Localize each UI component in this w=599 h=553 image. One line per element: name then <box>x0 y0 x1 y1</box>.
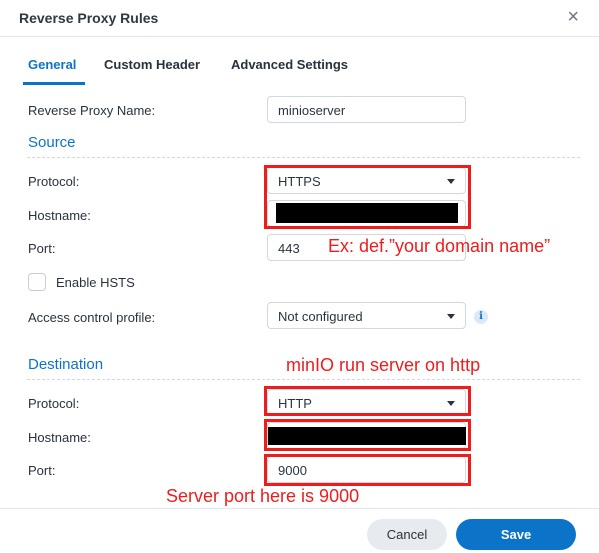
annotation-box-destination-hostname <box>264 419 471 451</box>
dialog-titlebar: Reverse Proxy Rules × <box>0 0 599 37</box>
tab-general[interactable]: General <box>28 57 76 72</box>
cancel-button[interactable]: Cancel <box>367 519 447 550</box>
save-button[interactable]: Save <box>456 519 576 550</box>
destination-protocol-label: Protocol: <box>28 396 80 411</box>
enable-hsts-label: Enable HSTS <box>56 275 135 290</box>
source-section-title: Source <box>28 134 76 151</box>
annotation-minio-note: minIO run server on http <box>286 355 481 375</box>
annotation-box-destination-port <box>264 454 471 486</box>
destination-port-label: Port: <box>28 463 56 478</box>
tab-custom-header[interactable]: Custom Header <box>104 57 200 72</box>
info-icon[interactable]: i <box>474 310 488 324</box>
annotation-port-note: Server port here is 9000 <box>166 486 360 506</box>
access-control-profile-select[interactable]: Not configured <box>267 302 466 329</box>
reverse-proxy-name-input[interactable]: minioserver <box>267 96 466 123</box>
annotation-domain-hint: Ex: def.”your domain name” <box>328 236 551 256</box>
enable-hsts-checkbox[interactable] <box>28 273 46 291</box>
destination-hostname-label: Hostname: <box>28 430 91 445</box>
close-icon[interactable]: × <box>567 6 579 28</box>
chevron-down-icon <box>447 314 455 319</box>
reverse-proxy-name-label: Reverse Proxy Name: <box>28 103 156 118</box>
active-tab-indicator <box>23 82 85 85</box>
destination-section-title: Destination <box>28 356 104 373</box>
access-control-profile-value: Not configured <box>278 309 363 324</box>
source-divider <box>27 157 580 158</box>
dialog-title: Reverse Proxy Rules <box>19 10 159 26</box>
tab-advanced-settings[interactable]: Advanced Settings <box>231 57 348 72</box>
source-hostname-label: Hostname: <box>28 208 91 223</box>
annotation-box-source <box>264 165 471 229</box>
source-protocol-label: Protocol: <box>28 174 80 189</box>
destination-divider <box>27 379 580 380</box>
access-control-profile-label: Access control profile: <box>28 310 156 325</box>
source-port-label: Port: <box>28 241 56 256</box>
tab-bar: General Custom Header Advanced Settings <box>0 55 599 85</box>
annotation-box-destination-protocol <box>264 386 471 416</box>
